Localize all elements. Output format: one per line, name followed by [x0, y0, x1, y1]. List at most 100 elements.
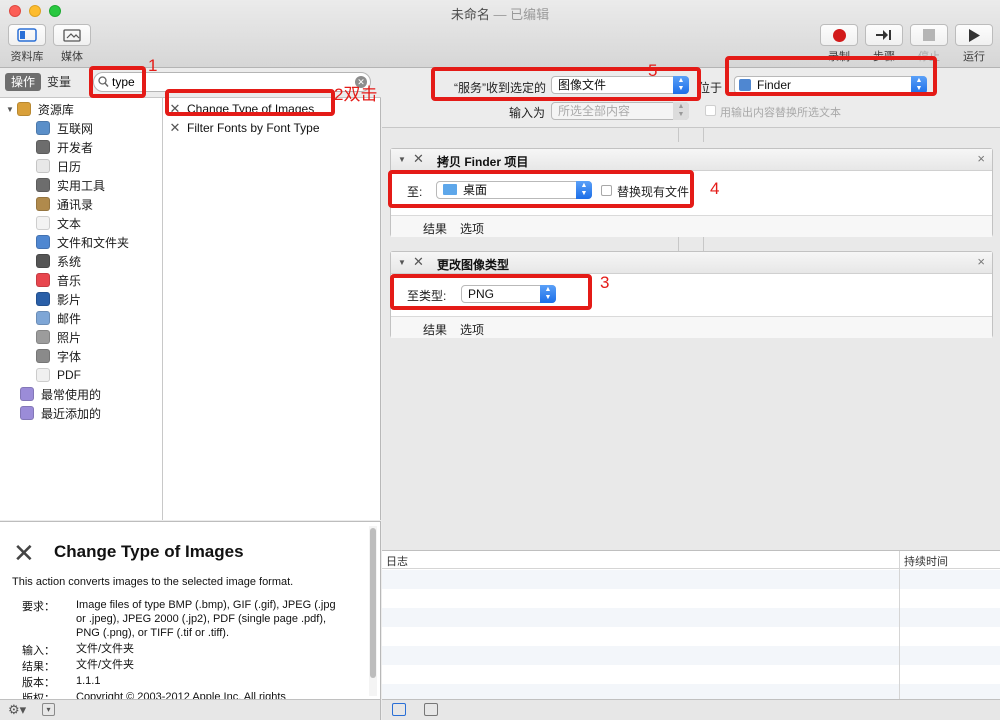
log-row: [382, 570, 1000, 589]
library-item[interactable]: 日历: [36, 157, 81, 175]
media-button[interactable]: [53, 24, 91, 46]
tools-icon: [36, 140, 50, 154]
step-icon: [876, 30, 891, 40]
annotation-box-1: [89, 66, 146, 98]
description-key: 版权：: [22, 693, 55, 699]
disclosure-triangle-icon[interactable]: ▼: [398, 258, 406, 267]
library-item[interactable]: 音乐: [36, 271, 81, 289]
calendar-icon: [36, 159, 50, 173]
stop-button[interactable]: [910, 24, 948, 46]
scrollbar-thumb[interactable]: [370, 528, 376, 678]
media-label: 媒体: [61, 51, 83, 63]
contacts-icon: [36, 197, 50, 211]
step-button[interactable]: [865, 24, 903, 46]
tab-variables[interactable]: 变量: [41, 73, 77, 91]
library-item-label: 音乐: [57, 273, 82, 288]
action-description-pane: ✕ Change Type of Images This action conv…: [0, 521, 381, 699]
annotation-box-4: [388, 170, 694, 208]
description-value: 1.1.1: [76, 675, 101, 687]
options-button[interactable]: 选项: [460, 321, 484, 338]
run-button[interactable]: [955, 24, 993, 46]
library-label: 资料库: [10, 51, 44, 63]
split-view-icon[interactable]: [424, 703, 438, 716]
library-item-label: PDF: [57, 368, 81, 382]
card-footer: 结果 选项: [391, 316, 992, 338]
library-item[interactable]: 照片: [36, 328, 81, 346]
log-row: [382, 608, 1000, 627]
text-icon: [36, 216, 50, 230]
movies-icon: [36, 292, 50, 306]
log-row: [382, 646, 1000, 665]
window-title-text: 未命名: [450, 7, 490, 22]
library-item[interactable]: 邮件: [36, 309, 81, 327]
card-header: ▼ ✕ 更改图像类型 ×: [391, 252, 992, 274]
tab-actions[interactable]: 操作: [5, 73, 42, 91]
close-icon[interactable]: ×: [977, 151, 985, 166]
record-button[interactable]: [820, 24, 858, 46]
library-item-label: 资源库: [37, 102, 74, 117]
description-value: 文件/文件夹: [76, 643, 135, 655]
library-item-label: 文件和文件夹: [57, 235, 130, 250]
library-item[interactable]: 最近添加的: [20, 404, 101, 422]
library-item[interactable]: 实用工具: [36, 176, 105, 194]
action-filter-fonts-by-font-type[interactable]: ✕ Filter Fonts by Font Type: [168, 119, 320, 137]
description-value: Copyright © 2003-2012 Apple Inc. All rig…: [76, 691, 286, 699]
record-icon: [832, 28, 846, 42]
replace-output-checkbox[interactable]: [705, 105, 716, 116]
library-item[interactable]: 互联网: [36, 119, 93, 137]
library-item[interactable]: 文件和文件夹: [36, 233, 129, 251]
chevron-updown-icon: ▲ ▼: [673, 102, 689, 120]
description-value: Image files of type BMP (.bmp), GIF (.gi…: [76, 599, 336, 639]
library-segmented-control: 操作 变量: [5, 73, 77, 91]
utilities-icon: [36, 178, 50, 192]
description-summary: This action converts images to the selec…: [12, 576, 294, 588]
pdf-icon: [36, 368, 50, 382]
list-view-icon[interactable]: [392, 703, 406, 716]
library-item-label: 互联网: [57, 121, 94, 136]
options-button[interactable]: 选项: [460, 220, 484, 237]
library-item[interactable]: PDF: [36, 366, 81, 384]
log-row: [382, 684, 1000, 700]
automator-tools-icon: ✕: [413, 151, 424, 166]
library-item[interactable]: 最常使用的: [20, 385, 101, 403]
description-value: 文件/文件夹: [76, 659, 135, 671]
input-is-popup[interactable]: 所选全部内容 ▲ ▼: [551, 102, 689, 120]
smart-folder-icon: [20, 387, 34, 401]
library-item[interactable]: 系统: [36, 252, 81, 270]
library-item-label: 日历: [57, 159, 82, 174]
description-key: 输入：: [22, 645, 55, 657]
annotation-box-3: [390, 274, 592, 310]
disclosure-triangle-icon[interactable]: ▼: [6, 105, 14, 114]
card-title: 更改图像类型: [437, 258, 510, 272]
annotation-box-6: [725, 56, 937, 96]
log-row: [382, 627, 1000, 646]
annotation-box-2: [165, 89, 335, 116]
library-item[interactable]: ▼ 资源库: [6, 100, 74, 118]
library-item-label: 开发者: [57, 140, 94, 155]
log-bottom-bar: [382, 699, 1000, 720]
results-button[interactable]: 结果: [423, 321, 447, 338]
library-item-label: 最常使用的: [41, 387, 102, 402]
results-button[interactable]: 结果: [423, 220, 447, 237]
smart-folder-icon: [20, 406, 34, 420]
close-icon[interactable]: ×: [977, 254, 985, 269]
library-item[interactable]: 通讯录: [36, 195, 93, 213]
description-scrollbar[interactable]: [369, 526, 377, 696]
library-toggle-button[interactable]: [8, 24, 46, 46]
log-column-header[interactable]: 日志: [386, 553, 408, 569]
fonts-icon: [36, 349, 50, 363]
window-title-separator: —: [493, 7, 507, 22]
replace-output-label: 用输出内容替换所选文本: [720, 107, 841, 119]
music-icon: [36, 273, 50, 287]
gear-icon[interactable]: ⚙▾: [8, 702, 26, 718]
library-item[interactable]: 影片: [36, 290, 81, 308]
duration-column-header[interactable]: 持续时间: [904, 553, 948, 569]
library-item[interactable]: 字体: [36, 347, 81, 365]
description-key: 版本：: [22, 677, 55, 689]
library-item-label: 实用工具: [57, 178, 106, 193]
media-icon: [63, 29, 81, 42]
toggle-description-icon[interactable]: ▾: [42, 703, 55, 716]
library-item[interactable]: 文本: [36, 214, 81, 232]
library-item[interactable]: 开发者: [36, 138, 93, 156]
disclosure-triangle-icon[interactable]: ▼: [398, 155, 406, 164]
